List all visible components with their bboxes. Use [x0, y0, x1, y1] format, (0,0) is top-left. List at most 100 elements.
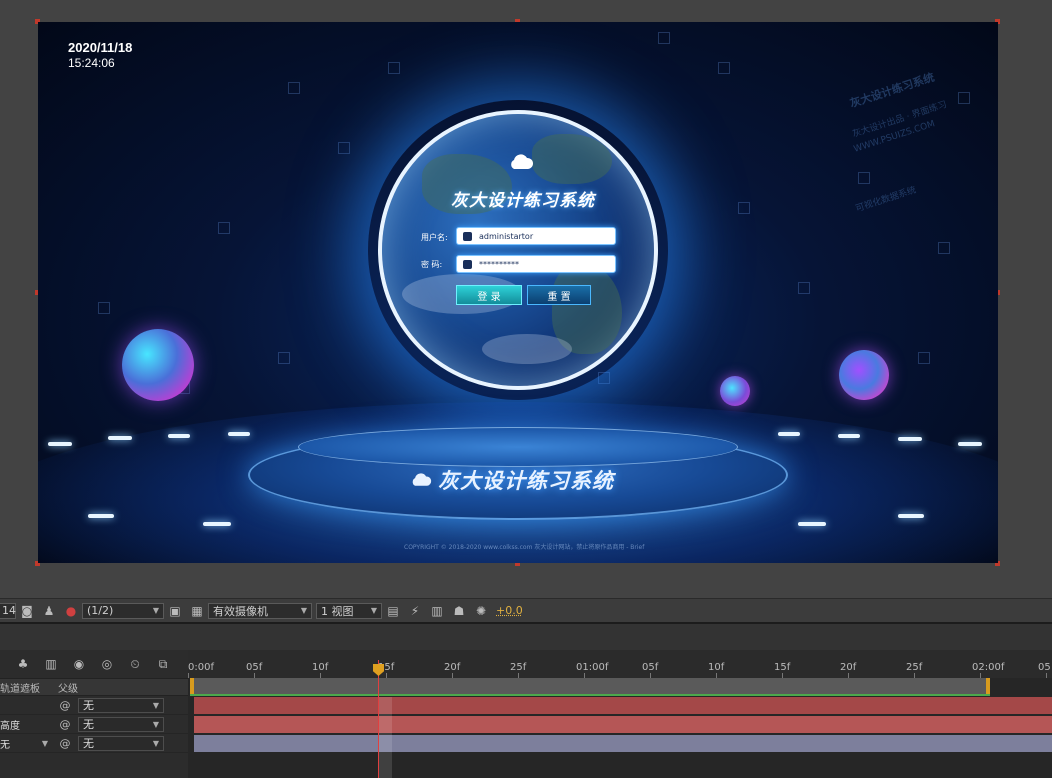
light-dash: [898, 437, 922, 441]
graph-editor-icon[interactable]: ◎: [98, 656, 116, 672]
lock-icon: [463, 260, 472, 269]
exposure-value[interactable]: +0.0: [496, 604, 523, 617]
parent-value: 无: [83, 718, 94, 731]
layer-duration-bar[interactable]: [194, 716, 1052, 733]
timeline-panel: ♣ ▥ ◉ ◎ ⏲ ⧉ 轨道遮板 父级 @ 无 ▼ 高度 @ 无 ▼ 无 ▼ @ 无 ▼…: [0, 622, 1052, 778]
user-icon: [463, 232, 472, 241]
light-dash: [228, 432, 250, 436]
chevron-down-icon: ▼: [152, 606, 159, 615]
light-dash: [88, 514, 114, 518]
exposure-icon[interactable]: ✺: [473, 603, 489, 619]
keyframe-icon[interactable]: ⧉: [154, 656, 172, 672]
parent-dropdown[interactable]: 无 ▼: [78, 697, 164, 713]
region-of-interest-icon[interactable]: ▣: [167, 603, 183, 619]
light-dash: [108, 436, 132, 440]
motion-blur-icon[interactable]: ◉: [70, 656, 88, 672]
shy-layers-icon[interactable]: ♣: [14, 656, 32, 672]
deco-square: [798, 282, 810, 294]
timeline-icon[interactable]: ▥: [429, 603, 445, 619]
reset-button[interactable]: 重 置: [527, 285, 591, 305]
timeline-track-area[interactable]: 0:00f 05f 10f 15f 20f 25f 01:00f 05f 10f 15f 20f 25…: [188, 650, 1052, 778]
password-field[interactable]: **********: [456, 255, 616, 273]
chevron-down-icon: ▼: [152, 738, 159, 748]
deco-square: [278, 352, 290, 364]
light-dash: [958, 442, 982, 446]
layer-duration-bar[interactable]: [194, 697, 1052, 714]
fast-preview-icon[interactable]: ⚡: [407, 603, 423, 619]
ruler-tick-label: 20f: [444, 662, 461, 673]
username-value: administartor: [479, 231, 534, 241]
parent-header[interactable]: 父级: [58, 680, 78, 695]
chevron-down-icon: ▼: [370, 606, 377, 615]
layer-row[interactable]: 高度 @ 无 ▼: [0, 715, 188, 734]
resolution-dropdown[interactable]: (1/2) ▼: [82, 602, 164, 619]
username-label: 用户名:: [421, 233, 448, 242]
parent-value: 无: [83, 737, 94, 750]
deco-square: [338, 142, 350, 154]
copyright-text: COPYRIGHT © 2018-2020 www.colkss.com 灰大设…: [404, 544, 645, 551]
globe-cloud: [482, 334, 572, 364]
color-channels-icon[interactable]: ●: [63, 603, 79, 619]
light-dash: [838, 434, 860, 438]
deco-square: [918, 352, 930, 364]
left-orb: [122, 329, 194, 401]
layer-row[interactable]: 无 ▼ @ 无 ▼: [0, 734, 188, 753]
viewer-toolbar: 14 ◙ ♟ ● (1/2) ▼ ▣ ▦ 有效摄像机 ▼ 1 视图 ▼ ▤ ⚡ ▥ ☗…: [0, 598, 1052, 622]
deco-square: [388, 62, 400, 74]
time-ruler[interactable]: 0:00f 05f 10f 15f 20f 25f 01:00f 05f 10f 15f 20f 25…: [188, 650, 1052, 678]
composition-viewer[interactable]: 灰大设计练习系统 灰大设计出品 · 界面练习 WWW.PSUIZS.COM 可视…: [0, 0, 1052, 598]
layer-duration-bar[interactable]: [194, 735, 1052, 752]
track-matte-header[interactable]: 轨道遮板: [0, 680, 58, 695]
timeline-tab-bar: [0, 622, 1052, 650]
pick-whip-icon[interactable]: @: [52, 718, 78, 731]
mask-icon[interactable]: ♟: [41, 603, 57, 619]
view-layout-value: 1 视图: [321, 604, 354, 618]
ruler-tick-label: 10f: [312, 662, 329, 673]
ruler-tick-label: 20f: [840, 662, 857, 673]
deco-square: [718, 62, 730, 74]
transparency-grid-icon[interactable]: ▦: [189, 603, 205, 619]
parent-dropdown[interactable]: 无 ▼: [78, 735, 164, 751]
timer-icon[interactable]: ⏲: [126, 656, 144, 672]
globe-land: [532, 134, 612, 184]
pick-whip-icon[interactable]: @: [52, 737, 78, 750]
flowchart-icon[interactable]: ☗: [451, 603, 467, 619]
username-field[interactable]: administartor: [456, 227, 616, 245]
deco-square: [98, 302, 110, 314]
chevron-down-icon: ▼: [300, 606, 307, 615]
chevron-down-icon[interactable]: ▼: [42, 739, 48, 748]
camera-value: 有效摄像机: [213, 604, 268, 618]
deco-square: [738, 202, 750, 214]
light-dash: [898, 514, 924, 518]
work-area-start-handle[interactable]: [190, 678, 194, 694]
frame-blending-icon[interactable]: ▥: [42, 656, 60, 672]
ruler-tick: [188, 673, 189, 678]
composition-frame[interactable]: 灰大设计练习系统 灰大设计出品 · 界面练习 WWW.PSUIZS.COM 可视…: [38, 22, 998, 563]
layer-label: 无: [0, 739, 10, 751]
view-layout-dropdown[interactable]: 1 视图 ▼: [316, 602, 382, 619]
layer-row[interactable]: @ 无 ▼: [0, 696, 188, 715]
deco-square: [938, 242, 950, 254]
login-button[interactable]: 登 录: [456, 285, 522, 305]
work-area-end-handle[interactable]: [986, 678, 990, 694]
layer-row-left: 高度: [0, 717, 52, 732]
light-dash: [168, 434, 190, 438]
light-dash: [778, 432, 800, 436]
parent-dropdown[interactable]: 无 ▼: [78, 716, 164, 732]
platform-title-text: 灰大设计练习系统: [438, 470, 614, 493]
playhead-line[interactable]: [378, 660, 379, 778]
ruler-tick-label: 01:00f: [576, 662, 609, 673]
layer-column-header: 轨道遮板 父级: [0, 678, 188, 696]
work-area-bar[interactable]: [190, 678, 990, 696]
layer-label: 高度: [0, 720, 20, 732]
camera-icon[interactable]: ◙: [19, 603, 35, 619]
ruler-tick-label: 15f: [774, 662, 791, 673]
password-value: **********: [479, 259, 519, 269]
deco-square: [658, 32, 670, 44]
chevron-down-icon: ▼: [152, 700, 159, 710]
zoom-field[interactable]: 14: [0, 602, 16, 619]
chevron-down-icon: ▼: [152, 719, 159, 729]
toggle-pixel-aspect-icon[interactable]: ▤: [385, 603, 401, 619]
pick-whip-icon[interactable]: @: [52, 699, 78, 712]
camera-dropdown[interactable]: 有效摄像机 ▼: [208, 602, 312, 619]
